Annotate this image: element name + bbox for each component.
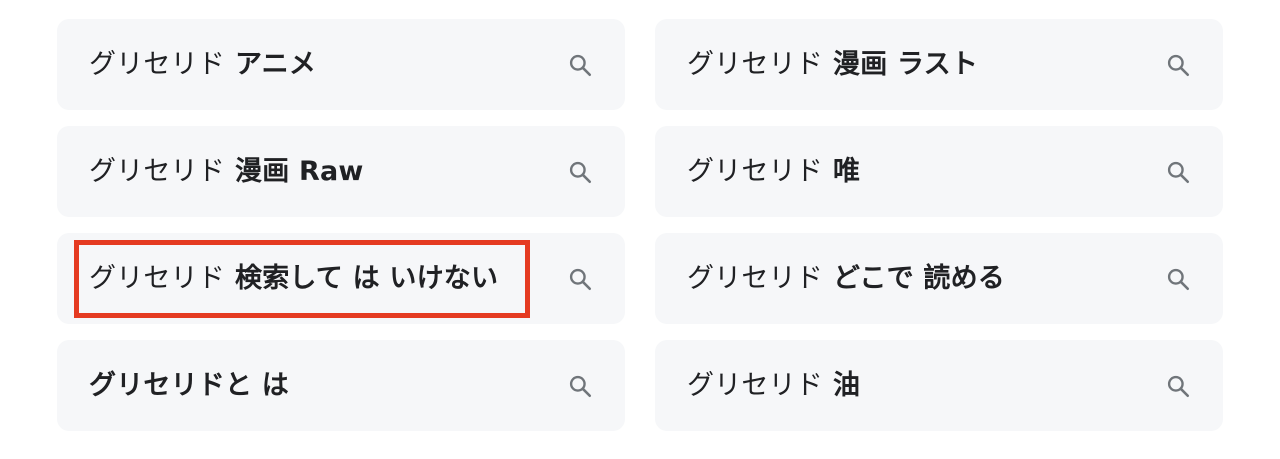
related-search-query-base: グリセリド <box>687 262 823 294</box>
search-icon <box>1165 52 1191 78</box>
related-search-label: グリセリドと は <box>89 369 289 403</box>
related-search-label: グリセリド 検索して は いけない <box>89 262 498 296</box>
search-icon <box>1165 373 1191 399</box>
related-search-label: グリセリド油 <box>687 369 860 403</box>
search-icon <box>1165 266 1191 292</box>
related-search-chip[interactable]: グリセリド 検索して は いけない <box>57 233 625 324</box>
search-icon <box>567 373 593 399</box>
related-search-query-highlight: グリセリドと は <box>89 369 289 401</box>
search-icon <box>567 266 593 292</box>
related-search-label: グリセリド唯 <box>687 155 860 189</box>
related-search-query-base: グリセリド <box>89 262 225 294</box>
related-search-label: グリセリド アニメ <box>89 48 316 82</box>
search-icon <box>1165 159 1191 185</box>
related-search-chip[interactable]: グリセリドと は <box>57 340 625 431</box>
related-search-label: グリセリド 漫画 ラスト <box>687 48 978 82</box>
related-search-chip[interactable]: グリセリド 漫画 Raw <box>57 126 625 217</box>
related-search-chip[interactable]: グリセリド油 <box>655 340 1223 431</box>
related-search-query-base: グリセリド <box>89 48 225 80</box>
related-search-query-highlight: 唯 <box>833 155 861 187</box>
related-search-query-base: グリセリド <box>687 369 823 401</box>
related-searches-grid: グリセリド アニメ グリセリド 漫画 ラスト グリセリド 漫画 Raw グリセリド唯 <box>57 19 1223 431</box>
related-search-query-highlight: 油 <box>833 369 861 401</box>
related-search-query-highlight: アニメ <box>235 48 317 80</box>
related-search-query-highlight: 漫画 ラスト <box>833 48 979 80</box>
related-search-label: グリセリド どこで 読める <box>687 262 1005 296</box>
related-search-query-highlight: どこで 読める <box>833 262 1005 294</box>
related-search-chip[interactable]: グリセリド どこで 読める <box>655 233 1223 324</box>
related-search-query-base: グリセリド <box>687 155 823 187</box>
related-search-query-highlight: 漫画 Raw <box>235 155 364 187</box>
related-search-query-base: グリセリド <box>89 155 225 187</box>
related-search-chip[interactable]: グリセリド 漫画 ラスト <box>655 19 1223 110</box>
related-search-chip[interactable]: グリセリド唯 <box>655 126 1223 217</box>
search-icon <box>567 159 593 185</box>
search-icon <box>567 52 593 78</box>
related-search-chip[interactable]: グリセリド アニメ <box>57 19 625 110</box>
related-search-query-highlight: 検索して は いけない <box>235 262 499 294</box>
related-search-label: グリセリド 漫画 Raw <box>89 155 364 189</box>
related-search-query-base: グリセリド <box>687 48 823 80</box>
